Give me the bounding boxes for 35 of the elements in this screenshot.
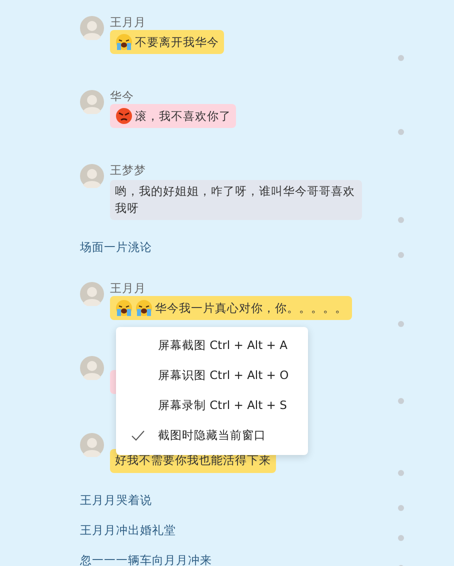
timeline-dot [398,534,404,540]
crying-emoji-icon [115,33,133,51]
menu-item[interactable]: 屏幕录制 Ctrl + Alt + S [116,391,308,421]
menu-item[interactable]: 截图时隐藏当前窗口 [116,421,308,451]
timeline-dot [398,252,404,258]
sender-name: 王月月 [110,15,147,30]
avatar [80,432,104,457]
message-text: 滚，我不喜欢你了 [135,108,231,124]
sender-name: 王月月 [110,281,147,296]
menu-item[interactable]: 屏幕识图 Ctrl + Alt + O [116,361,308,391]
message-text: 不要离开我华今 [135,34,219,50]
timeline-dot [398,217,404,223]
avatar [80,90,104,114]
crying-emoji-icon [115,299,133,317]
narration-text: 场面一片洮论 [80,240,153,255]
sender-name: 王梦梦 [110,163,147,178]
menu-item[interactable]: 屏幕截图 Ctrl + Alt + A [116,331,308,361]
message-bubble: 哟，我的好姐姐，咋了呀，谁叫华今哥哥喜欢我呀 [110,180,362,220]
avatar [80,356,104,380]
timeline-dot [398,504,404,510]
avatar [80,16,104,40]
narration-text: 忽一一一辆车向月月冲来 [80,552,213,566]
sender-name: 华今 [110,89,135,104]
timeline-dot [398,129,404,135]
timeline-dot [398,470,404,476]
timeline-dot [398,398,404,404]
narration-text: 王月月冲出婚礼堂 [80,522,177,538]
avatar [80,282,104,306]
angry-emoji-icon [115,107,133,125]
narration-text: 王月月哭着说 [80,492,153,508]
avatar [80,164,104,188]
timeline-dot [398,55,404,61]
timeline-dot [398,321,404,327]
crying-emoji-icon [135,299,153,317]
message-text: 华今我一片真心对你，你。。。。。 [155,300,347,316]
